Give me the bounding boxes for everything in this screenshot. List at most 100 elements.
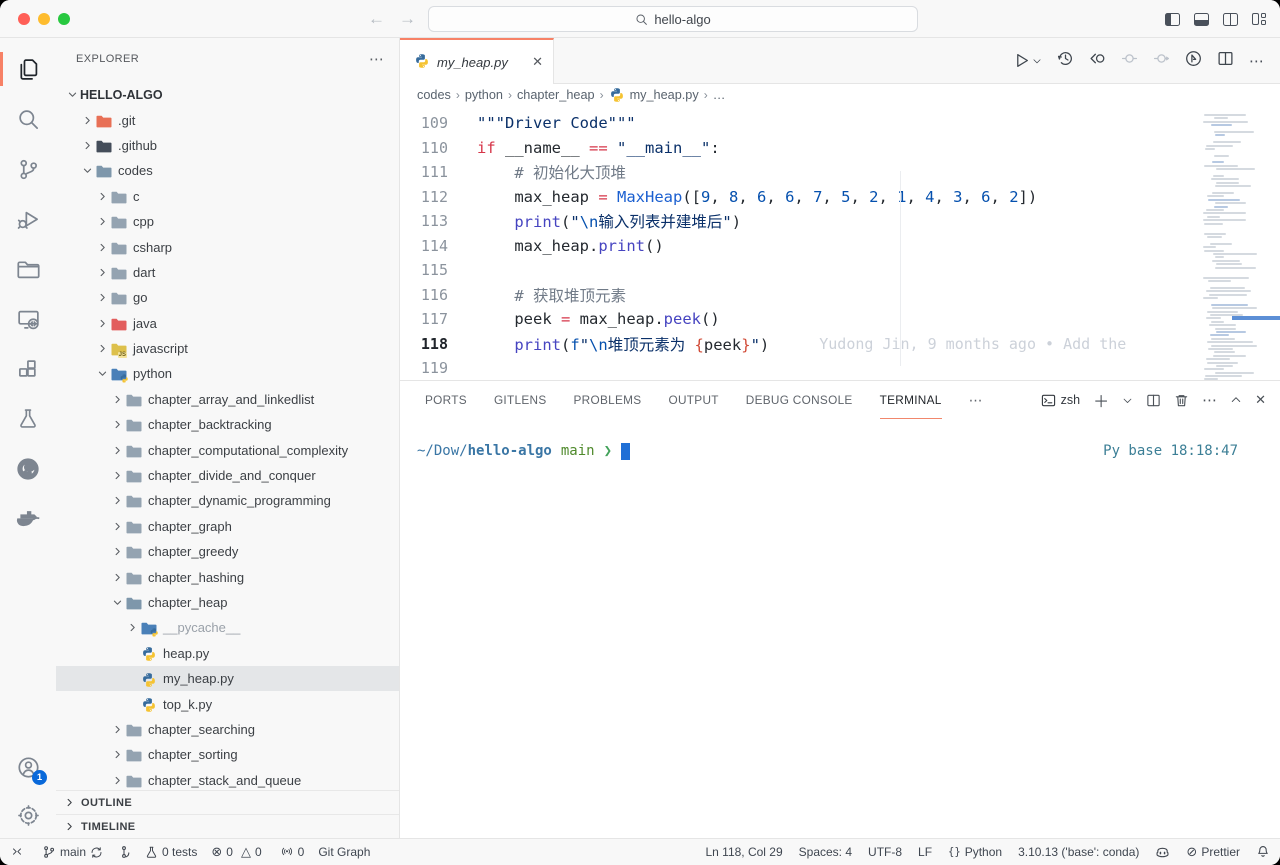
language-mode-status[interactable]: {} Python: [948, 845, 1002, 859]
tree-item-my-heap-py[interactable]: my_heap.py: [56, 666, 399, 691]
extensions-icon[interactable]: [0, 344, 56, 394]
git-graph-status[interactable]: Git Graph: [318, 845, 370, 859]
notifications-bell-icon[interactable]: [1256, 845, 1270, 859]
tree-item-chapter-divide-and-conquer[interactable]: chapter_divide_and_conquer: [56, 463, 399, 488]
toggle-secondary-sidebar-icon[interactable]: [1223, 13, 1238, 26]
tree-item--git[interactable]: .git: [56, 107, 399, 132]
tree-item-chapter-greedy[interactable]: chapter_greedy: [56, 539, 399, 564]
tree-item-chapter-computational-complexity[interactable]: chapter_computational_complexity: [56, 437, 399, 462]
open-changes-icon[interactable]: [1089, 50, 1106, 72]
encoding-status[interactable]: UTF-8: [868, 845, 902, 859]
testing-icon[interactable]: [0, 394, 56, 444]
breadcrumb-item[interactable]: my_heap.py: [630, 88, 699, 102]
tree-item-cpp[interactable]: cpp: [56, 209, 399, 234]
feedback-status[interactable]: 0: [280, 845, 305, 859]
tree-item-heap-py[interactable]: heap.py: [56, 641, 399, 666]
tree-item-chapter-hashing[interactable]: chapter_hashing: [56, 564, 399, 589]
remote-indicator[interactable]: [10, 845, 24, 859]
breadcrumb[interactable]: codes›python›chapter_heap›my_heap.py›…: [400, 84, 1280, 106]
editor-more-actions-icon[interactable]: ⋯: [1249, 52, 1264, 70]
tree-item-c[interactable]: c: [56, 184, 399, 209]
next-change-icon[interactable]: [1153, 50, 1170, 72]
terminal[interactable]: ~/Dow/hello-algomain❯ Py base 18:18:47: [400, 419, 1280, 838]
close-tab-icon[interactable]: ✕: [532, 54, 543, 70]
python-interpreter-status[interactable]: 3.10.13 ('base': conda): [1018, 845, 1139, 859]
kill-terminal-icon[interactable]: [1174, 393, 1189, 408]
forward-arrow-icon[interactable]: →: [399, 9, 416, 29]
tree-item-go[interactable]: go: [56, 285, 399, 310]
close-panel-icon[interactable]: ✕: [1255, 392, 1266, 408]
tree-item-codes[interactable]: codes: [56, 158, 399, 183]
panel-tab-problems[interactable]: PROBLEMS: [574, 381, 642, 419]
timeline-history-icon[interactable]: [1057, 50, 1074, 72]
split-editor-icon[interactable]: [1217, 50, 1234, 72]
tree-item--github[interactable]: .github: [56, 133, 399, 158]
docker-icon[interactable]: [0, 494, 56, 544]
tree-item--pycache-[interactable]: __pycache__: [56, 615, 399, 640]
indentation-status[interactable]: Spaces: 4: [799, 845, 852, 859]
tree-item-chapter-searching[interactable]: chapter_searching: [56, 717, 399, 742]
breadcrumb-item[interactable]: chapter_heap: [517, 88, 595, 102]
maximize-window-button[interactable]: [58, 13, 70, 25]
breadcrumb-item[interactable]: codes: [417, 88, 451, 102]
tree-item-dart[interactable]: dart: [56, 260, 399, 285]
panel-tab-terminal[interactable]: TERMINAL: [880, 381, 942, 419]
tree-item-chapter-backtracking[interactable]: chapter_backtracking: [56, 412, 399, 437]
terminal-dropdown-icon[interactable]: [1122, 395, 1133, 406]
problems-status[interactable]: ⊗ 0 △ 0: [211, 844, 261, 860]
tree-item-chapter-sorting[interactable]: chapter_sorting: [56, 742, 399, 767]
back-arrow-icon[interactable]: ←: [368, 9, 385, 29]
panel-tab-debug-console[interactable]: DEBUG CONSOLE: [746, 381, 853, 419]
run-debug-icon[interactable]: [0, 194, 56, 244]
branch-status[interactable]: main: [42, 845, 103, 859]
explorer-more-actions-icon[interactable]: ⋯: [369, 50, 385, 68]
maximize-panel-icon[interactable]: [1230, 394, 1242, 406]
tree-item-csharp[interactable]: csharp: [56, 234, 399, 259]
panel-tab-ports[interactable]: PORTS: [425, 381, 467, 419]
source-control-icon[interactable]: [0, 144, 56, 194]
overview-ruler[interactable]: [1266, 106, 1280, 380]
tree-item-chapter-heap[interactable]: chapter_heap: [56, 590, 399, 615]
breadcrumb-item[interactable]: …: [713, 88, 726, 102]
eol-status[interactable]: LF: [918, 845, 932, 859]
tree-item-chapter-dynamic-programming[interactable]: chapter_dynamic_programming: [56, 488, 399, 513]
section-outline[interactable]: OUTLINE: [56, 790, 399, 814]
explorer-icon[interactable]: [0, 44, 56, 94]
minimize-window-button[interactable]: [38, 13, 50, 25]
tree-item-python[interactable]: python: [56, 361, 399, 386]
tab-my-heap[interactable]: my_heap.py ✕: [400, 38, 554, 84]
tree-item-hello-algo[interactable]: HELLO-ALGO: [56, 82, 399, 107]
tests-status[interactable]: 0 tests: [145, 845, 197, 859]
accounts-icon[interactable]: 1: [0, 742, 56, 792]
terminal-shell-button[interactable]: zsh: [1041, 393, 1080, 408]
customize-layout-icon[interactable]: [1252, 13, 1266, 25]
command-center-search[interactable]: hello-algo: [428, 6, 918, 32]
more-panel-tabs-icon[interactable]: ⋯: [969, 381, 983, 419]
tree-item-top-k-py[interactable]: top_k.py: [56, 691, 399, 716]
run-python-file-button[interactable]: [1013, 52, 1042, 69]
cursor-position-status[interactable]: Ln 118, Col 29: [705, 845, 782, 859]
settings-gear-icon[interactable]: [0, 792, 56, 838]
tree-item-chapter-array-and-linkedlist[interactable]: chapter_array_and_linkedlist: [56, 387, 399, 412]
copilot-icon[interactable]: [1155, 845, 1170, 860]
panel-tab-output[interactable]: OUTPUT: [668, 381, 718, 419]
github-icon[interactable]: [0, 444, 56, 494]
split-terminal-icon[interactable]: [1146, 393, 1161, 408]
code-editor[interactable]: 109"""Driver Code"""110if __name__ == "_…: [400, 106, 1280, 380]
tree-item-javascript[interactable]: JSjavascript: [56, 336, 399, 361]
breadcrumb-item[interactable]: python: [465, 88, 503, 102]
close-window-button[interactable]: [18, 13, 30, 25]
toggle-sidebar-icon[interactable]: [1165, 13, 1180, 26]
search-icon[interactable]: [0, 94, 56, 144]
gitlens-status-icon[interactable]: [117, 845, 131, 859]
previous-change-icon[interactable]: [1121, 50, 1138, 72]
tree-item-chapter-stack-and-queue[interactable]: chapter_stack_and_queue: [56, 768, 399, 790]
tree-item-java[interactable]: java: [56, 311, 399, 336]
toggle-panel-icon[interactable]: [1194, 13, 1209, 26]
prettier-status[interactable]: ⊘ Prettier: [1186, 844, 1240, 860]
new-terminal-icon[interactable]: ＋: [1093, 388, 1109, 412]
remote-explorer-icon[interactable]: [0, 294, 56, 344]
tree-item-chapter-graph[interactable]: chapter_graph: [56, 514, 399, 539]
minimap[interactable]: [1200, 106, 1266, 380]
gitlens-graph-icon[interactable]: [1185, 50, 1202, 72]
